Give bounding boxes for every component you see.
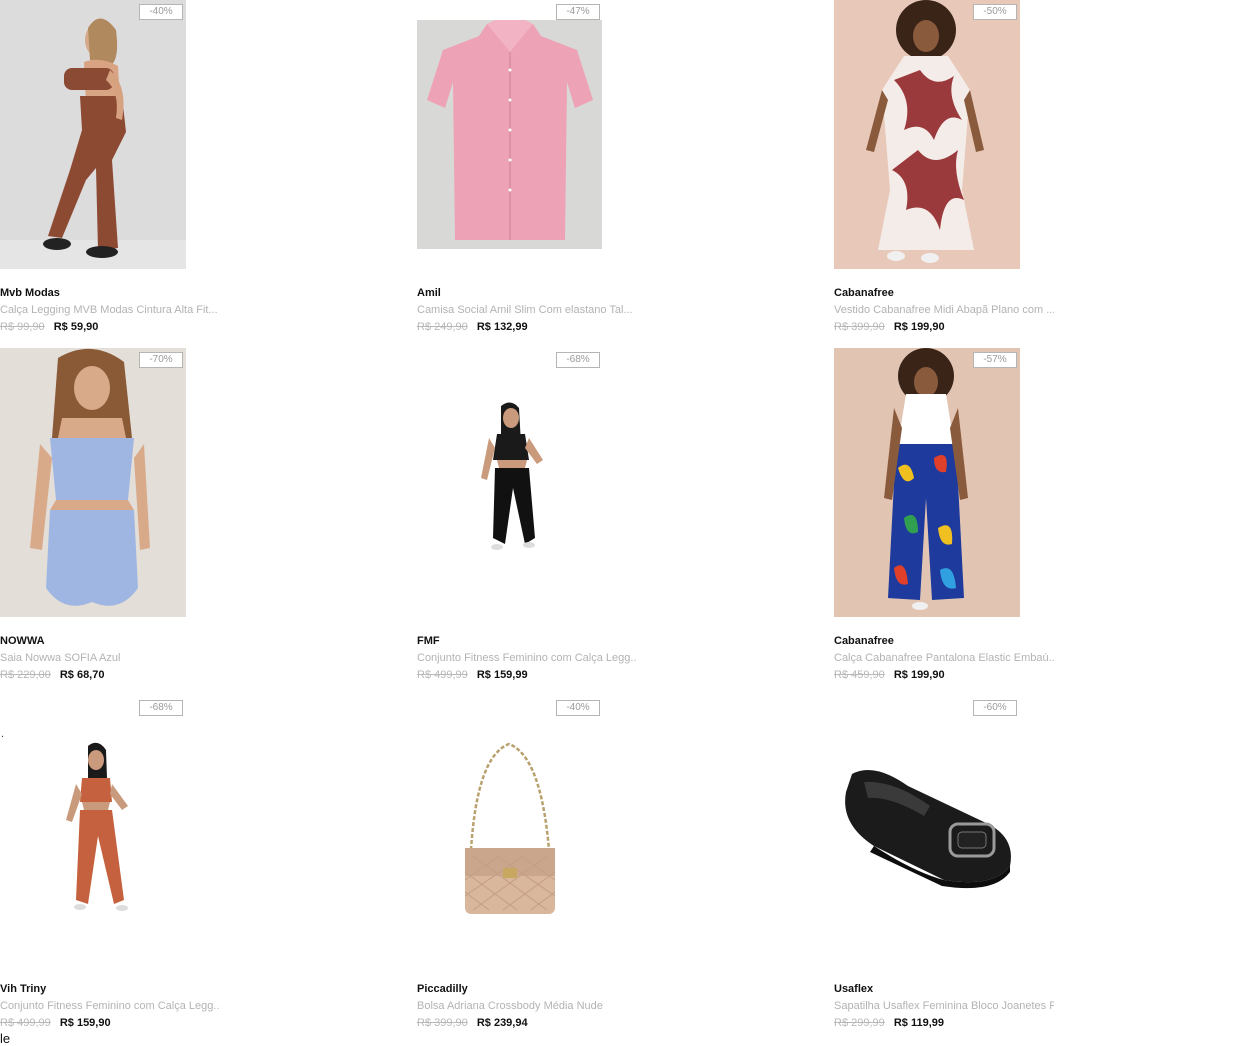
product-name[interactable]: Saia Nowwa SOFIA Azul: [0, 652, 120, 664]
product-prices: R$ 299,99 R$ 119,99: [834, 1017, 944, 1029]
product-card[interactable]: -57% Cabanafree Calça Cabanafree Pantalo…: [834, 348, 1134, 688]
product-brand[interactable]: Cabanafree: [834, 287, 894, 299]
product-brand[interactable]: Mvb Modas: [0, 287, 60, 299]
product-image[interactable]: [417, 696, 603, 965]
sale-price: R$ 132,99: [476, 321, 528, 333]
product-prices: R$ 499,99 R$ 159,90: [0, 1017, 111, 1029]
product-brand[interactable]: Cabanafree: [834, 635, 894, 647]
sale-price: R$ 199,90: [893, 669, 945, 681]
product-photo-pink-dress-shirt: [417, 0, 603, 269]
product-prices: R$ 399,90 R$ 239,94: [417, 1017, 528, 1029]
product-name[interactable]: Sapatilha Usaflex Feminina Bloco Joanete…: [834, 1000, 1054, 1012]
product-brand[interactable]: FMF: [417, 635, 440, 647]
sale-price: R$ 199,90: [893, 321, 945, 333]
product-name[interactable]: Bolsa Adriana Crossbody Média Nude: [417, 1000, 603, 1012]
product-photo-black-flat-shoe: [834, 696, 1020, 965]
discount-badge: -60%: [973, 700, 1017, 716]
product-card[interactable]: -40% Piccadilly Bolsa Adriana Crossbody …: [417, 696, 717, 1036]
product-card[interactable]: -68% Vih Triny Conjunto Fitness Feminino…: [0, 696, 300, 1036]
stray-text-dot: .: [1, 728, 5, 740]
discount-badge: -57%: [973, 352, 1017, 368]
original-price: R$ 499,99: [0, 1017, 51, 1029]
product-name[interactable]: Camisa Social Amil Slim Com elastano Tal…: [417, 304, 633, 316]
product-prices: R$ 459,90 R$ 199,90: [834, 669, 945, 681]
product-prices: R$ 499,99 R$ 159,99: [417, 669, 528, 681]
product-name[interactable]: Calça Cabanafree Pantalona Elastic Embaú…: [834, 652, 1054, 664]
discount-badge: -70%: [139, 352, 183, 368]
product-image[interactable]: [834, 696, 1020, 965]
product-prices: R$ 99,90 R$ 59,90: [0, 321, 98, 333]
product-image[interactable]: [0, 0, 186, 269]
product-brand[interactable]: Piccadilly: [417, 983, 468, 995]
product-card[interactable]: -68% FMF Conjunto Fitness Feminino com C…: [417, 348, 717, 688]
product-prices: R$ 229,00 R$ 68,70: [0, 669, 104, 681]
product-image[interactable]: [834, 348, 1020, 617]
sale-price: R$ 119,99: [893, 1017, 944, 1029]
discount-badge: -47%: [556, 4, 600, 20]
discount-badge: -40%: [556, 700, 600, 716]
original-price: R$ 499,99: [417, 669, 468, 681]
sale-price: R$ 68,70: [59, 669, 105, 681]
product-image[interactable]: [834, 0, 1020, 269]
product-card[interactable]: -50% Cabanafree Vestido Cabanafree Midi …: [834, 0, 1134, 340]
product-name[interactable]: Conjunto Fitness Feminino com Calça Legg…: [417, 652, 637, 664]
original-price: R$ 249,90: [417, 321, 468, 333]
product-photo-woman-black-fitness-set: [417, 348, 603, 617]
product-image[interactable]: [0, 696, 186, 965]
product-name[interactable]: Calça Legging MVB Modas Cintura Alta Fit…: [0, 304, 218, 316]
product-brand[interactable]: NOWWA: [0, 635, 45, 647]
original-price: R$ 229,00: [0, 669, 51, 681]
product-card[interactable]: -47% Amil Camisa Social Amil Slim Com el…: [417, 0, 717, 340]
sale-price: R$ 59,90: [53, 321, 99, 333]
product-image[interactable]: [417, 0, 603, 269]
original-price: R$ 99,90: [0, 321, 45, 333]
discount-badge: -50%: [973, 4, 1017, 20]
footer-text: le: [0, 1031, 11, 1046]
sale-price: R$ 239,94: [476, 1017, 528, 1029]
original-price: R$ 299,99: [834, 1017, 885, 1029]
product-name[interactable]: Vestido Cabanafree Midi Abapã Plano com …: [834, 304, 1054, 316]
discount-badge: -40%: [139, 4, 183, 20]
product-brand[interactable]: Vih Triny: [0, 983, 46, 995]
product-image[interactable]: [417, 348, 603, 617]
product-image[interactable]: [0, 348, 186, 617]
product-photo-woman-terracotta-fitness-set: [0, 696, 186, 965]
product-prices: R$ 249,90 R$ 132,99: [417, 321, 528, 333]
product-photo-nude-quilted-handbag: [417, 696, 603, 965]
discount-badge: -68%: [139, 700, 183, 716]
product-grid: -40% Mvb Modas Calça Legging MVB Modas C…: [0, 0, 1250, 1043]
product-name[interactable]: Conjunto Fitness Feminino com Calça Legg…: [0, 1000, 220, 1012]
product-photo-woman-blue-skirt-set: [0, 348, 186, 617]
product-card[interactable]: -40% Mvb Modas Calça Legging MVB Modas C…: [0, 0, 300, 340]
product-brand[interactable]: Amil: [417, 287, 441, 299]
product-brand[interactable]: Usaflex: [834, 983, 873, 995]
original-price: R$ 399,90: [834, 321, 885, 333]
discount-badge: -68%: [556, 352, 600, 368]
original-price: R$ 399,90: [417, 1017, 468, 1029]
original-price: R$ 459,90: [834, 669, 885, 681]
product-photo-woman-brown-leggings: [0, 0, 186, 269]
product-card[interactable]: -60% Usaflex Sapatilha Usaflex Feminina …: [834, 696, 1134, 1036]
sale-price: R$ 159,90: [59, 1017, 111, 1029]
product-card[interactable]: -70% NOWWA Saia Nowwa SOFIA Azul R$ 229,…: [0, 348, 300, 688]
product-photo-woman-print-midi-dress: [834, 0, 1020, 269]
product-prices: R$ 399,90 R$ 199,90: [834, 321, 945, 333]
product-photo-woman-print-wide-pants: [834, 348, 1020, 617]
sale-price: R$ 159,99: [476, 669, 528, 681]
